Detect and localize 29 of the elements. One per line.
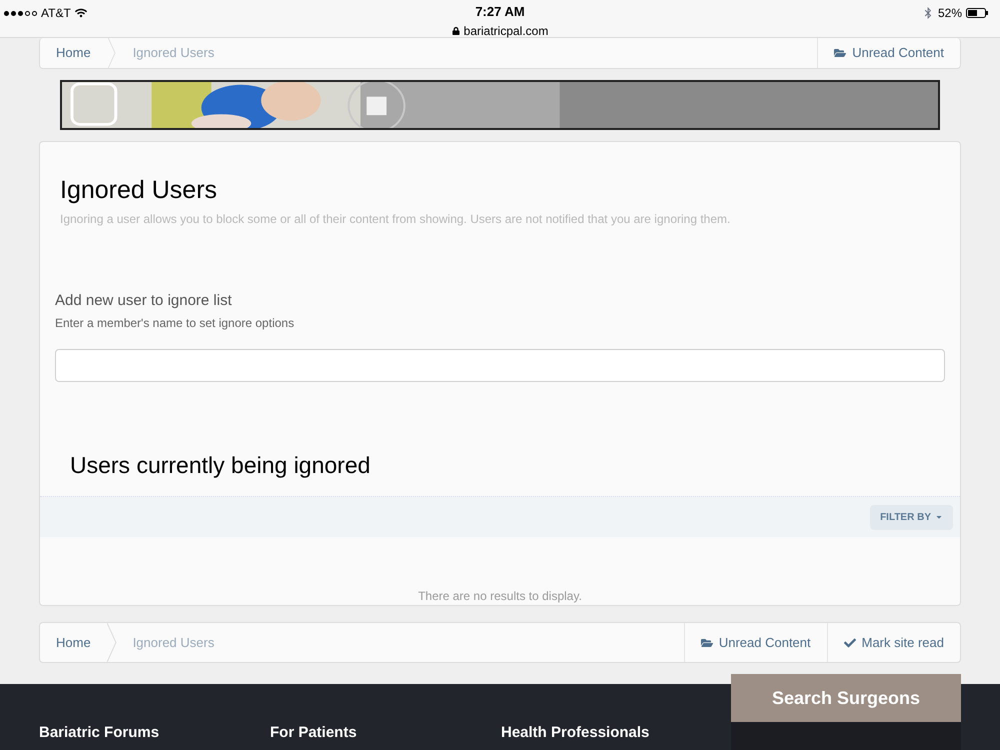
footer-heading: Bariatric Forums [39,722,160,742]
footer-heading: Health Professionals [501,722,650,742]
folder-icon [834,47,846,59]
page-description: Ignoring a user allows you to block some or all of their content from showing. Users are not notified that you are ignoring them. [60,210,732,228]
footer-heading: For Patients [270,722,358,742]
search-surgeons-button[interactable]: Search Surgeons [731,674,961,722]
username-input-field[interactable] [55,349,945,382]
breadcrumb-action-link[interactable]: Unread Content [684,623,827,662]
breadcrumb-link[interactable]: Home [40,43,107,63]
lock-icon [452,26,460,34]
url-text: bariatricpal.com [464,22,548,40]
breadcrumb-link[interactable]: Home [40,632,107,652]
carrier-label: AT&T [41,5,71,22]
wifi-icon [74,7,87,19]
page-title: Ignored Users [60,175,218,206]
field-hint: Enter a member's name to set ignore options [55,315,296,332]
clock-time: 7:27 AM [475,3,525,21]
breadcrumb-action-link[interactable]: Mark site read [826,623,960,662]
check-icon [844,636,856,648]
breadcrumb-action-link[interactable]: Unread Content [817,38,960,68]
section-title: Users currently being ignored [70,450,372,480]
caret-icon [935,513,943,522]
filter-by-button[interactable]: FILTER BY [870,504,953,530]
battery-icon [966,8,988,18]
battery-percent: 52% [938,5,962,22]
empty-message: There are no results to display. [417,588,583,605]
folder-icon [700,636,713,648]
signal-icon [4,10,37,16]
field-label: Add new user to ignore list [55,290,233,310]
